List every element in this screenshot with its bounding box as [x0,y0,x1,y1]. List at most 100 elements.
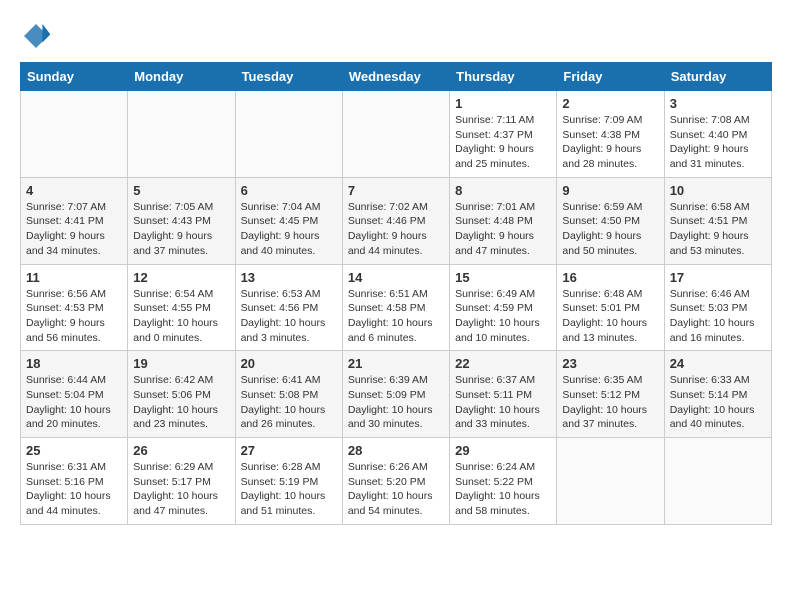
day-info: Sunrise: 6:41 AM Sunset: 5:08 PM Dayligh… [241,373,337,432]
day-number: 5 [133,183,229,198]
day-info: Sunrise: 6:33 AM Sunset: 5:14 PM Dayligh… [670,373,766,432]
weekday-header: Thursday [450,63,557,91]
day-number: 7 [348,183,444,198]
calendar-cell [664,438,771,525]
day-info: Sunrise: 6:42 AM Sunset: 5:06 PM Dayligh… [133,373,229,432]
calendar-cell: 26 Sunrise: 6:29 AM Sunset: 5:17 PM Dayli… [128,438,235,525]
calendar-header: SundayMondayTuesdayWednesdayThursdayFrid… [21,63,772,91]
calendar-cell: 14 Sunrise: 6:51 AM Sunset: 4:58 PM Dayli… [342,264,449,351]
weekday-header: Monday [128,63,235,91]
day-number: 6 [241,183,337,198]
day-number: 23 [562,356,658,371]
logo [20,20,56,52]
calendar-cell: 19 Sunrise: 6:42 AM Sunset: 5:06 PM Dayli… [128,351,235,438]
calendar-week-row: 1 Sunrise: 7:11 AM Sunset: 4:37 PM Daylig… [21,91,772,178]
calendar-cell: 16Sunrise: 6:48 AM Sunset: 5:01 PM Dayli… [557,264,664,351]
day-number: 3 [670,96,766,111]
day-number: 13 [241,270,337,285]
day-number: 26 [133,443,229,458]
calendar-cell: 5 Sunrise: 7:05 AM Sunset: 4:43 PM Daylig… [128,177,235,264]
calendar-cell: 20 Sunrise: 6:41 AM Sunset: 5:08 PM Dayli… [235,351,342,438]
day-info: Sunrise: 7:07 AM Sunset: 4:41 PM Dayligh… [26,200,122,259]
day-number: 22 [455,356,551,371]
day-info: Sunrise: 7:04 AM Sunset: 4:45 PM Dayligh… [241,200,337,259]
day-info: Sunrise: 6:35 AM Sunset: 5:12 PM Dayligh… [562,373,658,432]
calendar-cell: 25 Sunrise: 6:31 AM Sunset: 5:16 PM Dayli… [21,438,128,525]
calendar-week-row: 18Sunrise: 6:44 AM Sunset: 5:04 PM Dayli… [21,351,772,438]
day-info: Sunrise: 6:26 AM Sunset: 5:20 PM Dayligh… [348,460,444,519]
weekday-header: Sunday [21,63,128,91]
calendar-cell: 1 Sunrise: 7:11 AM Sunset: 4:37 PM Daylig… [450,91,557,178]
calendar-week-row: 11Sunrise: 6:56 AM Sunset: 4:53 PM Dayli… [21,264,772,351]
day-info: Sunrise: 6:51 AM Sunset: 4:58 PM Dayligh… [348,287,444,346]
calendar-cell: 2 Sunrise: 7:09 AM Sunset: 4:38 PM Daylig… [557,91,664,178]
day-number: 24 [670,356,766,371]
calendar-cell: 15 Sunrise: 6:49 AM Sunset: 4:59 PM Dayli… [450,264,557,351]
day-info: Sunrise: 7:02 AM Sunset: 4:46 PM Dayligh… [348,200,444,259]
day-number: 17 [670,270,766,285]
calendar-cell: 18Sunrise: 6:44 AM Sunset: 5:04 PM Dayli… [21,351,128,438]
calendar-body: 1 Sunrise: 7:11 AM Sunset: 4:37 PM Daylig… [21,91,772,525]
day-info: Sunrise: 6:54 AM Sunset: 4:55 PM Dayligh… [133,287,229,346]
calendar-cell: 28Sunrise: 6:26 AM Sunset: 5:20 PM Dayli… [342,438,449,525]
calendar-cell: 23 Sunrise: 6:35 AM Sunset: 5:12 PM Dayli… [557,351,664,438]
calendar-cell: 4Sunrise: 7:07 AM Sunset: 4:41 PM Daylig… [21,177,128,264]
calendar-cell: 6 Sunrise: 7:04 AM Sunset: 4:45 PM Daylig… [235,177,342,264]
day-number: 20 [241,356,337,371]
day-number: 8 [455,183,551,198]
day-number: 21 [348,356,444,371]
calendar-cell: 24 Sunrise: 6:33 AM Sunset: 5:14 PM Dayli… [664,351,771,438]
day-info: Sunrise: 6:49 AM Sunset: 4:59 PM Dayligh… [455,287,551,346]
calendar-cell: 22 Sunrise: 6:37 AM Sunset: 5:11 PM Dayli… [450,351,557,438]
calendar-cell: 29 Sunrise: 6:24 AM Sunset: 5:22 PM Dayli… [450,438,557,525]
weekday-header: Tuesday [235,63,342,91]
day-info: Sunrise: 6:24 AM Sunset: 5:22 PM Dayligh… [455,460,551,519]
day-info: Sunrise: 7:08 AM Sunset: 4:40 PM Dayligh… [670,113,766,172]
day-number: 10 [670,183,766,198]
weekday-header: Saturday [664,63,771,91]
calendar-cell [342,91,449,178]
day-number: 25 [26,443,122,458]
weekday-header: Wednesday [342,63,449,91]
calendar-cell: 3 Sunrise: 7:08 AM Sunset: 4:40 PM Daylig… [664,91,771,178]
day-number: 27 [241,443,337,458]
day-info: Sunrise: 7:11 AM Sunset: 4:37 PM Dayligh… [455,113,551,172]
day-number: 19 [133,356,229,371]
day-info: Sunrise: 6:53 AM Sunset: 4:56 PM Dayligh… [241,287,337,346]
day-number: 2 [562,96,658,111]
calendar-cell [235,91,342,178]
calendar-cell [128,91,235,178]
calendar-cell: 7 Sunrise: 7:02 AM Sunset: 4:46 PM Daylig… [342,177,449,264]
day-info: Sunrise: 6:31 AM Sunset: 5:16 PM Dayligh… [26,460,122,519]
calendar-cell: 11Sunrise: 6:56 AM Sunset: 4:53 PM Dayli… [21,264,128,351]
day-info: Sunrise: 7:01 AM Sunset: 4:48 PM Dayligh… [455,200,551,259]
day-number: 9 [562,183,658,198]
calendar-week-row: 4Sunrise: 7:07 AM Sunset: 4:41 PM Daylig… [21,177,772,264]
weekday-header: Friday [557,63,664,91]
day-info: Sunrise: 6:29 AM Sunset: 5:17 PM Dayligh… [133,460,229,519]
day-number: 1 [455,96,551,111]
calendar-cell: 8 Sunrise: 7:01 AM Sunset: 4:48 PM Daylig… [450,177,557,264]
logo-icon [20,20,52,52]
day-info: Sunrise: 6:28 AM Sunset: 5:19 PM Dayligh… [241,460,337,519]
day-number: 18 [26,356,122,371]
calendar-cell: 27 Sunrise: 6:28 AM Sunset: 5:19 PM Dayli… [235,438,342,525]
page-header [20,20,772,52]
day-number: 14 [348,270,444,285]
calendar-cell [21,91,128,178]
day-number: 29 [455,443,551,458]
day-info: Sunrise: 7:09 AM Sunset: 4:38 PM Dayligh… [562,113,658,172]
day-number: 15 [455,270,551,285]
day-info: Sunrise: 6:59 AM Sunset: 4:50 PM Dayligh… [562,200,658,259]
day-info: Sunrise: 6:48 AM Sunset: 5:01 PM Dayligh… [562,287,658,346]
header-row: SundayMondayTuesdayWednesdayThursdayFrid… [21,63,772,91]
day-info: Sunrise: 7:05 AM Sunset: 4:43 PM Dayligh… [133,200,229,259]
calendar-cell: 13 Sunrise: 6:53 AM Sunset: 4:56 PM Dayli… [235,264,342,351]
day-info: Sunrise: 6:58 AM Sunset: 4:51 PM Dayligh… [670,200,766,259]
day-info: Sunrise: 6:46 AM Sunset: 5:03 PM Dayligh… [670,287,766,346]
day-info: Sunrise: 6:39 AM Sunset: 5:09 PM Dayligh… [348,373,444,432]
day-info: Sunrise: 6:37 AM Sunset: 5:11 PM Dayligh… [455,373,551,432]
calendar-cell [557,438,664,525]
calendar-table: SundayMondayTuesdayWednesdayThursdayFrid… [20,62,772,525]
calendar-cell: 12Sunrise: 6:54 AM Sunset: 4:55 PM Dayli… [128,264,235,351]
